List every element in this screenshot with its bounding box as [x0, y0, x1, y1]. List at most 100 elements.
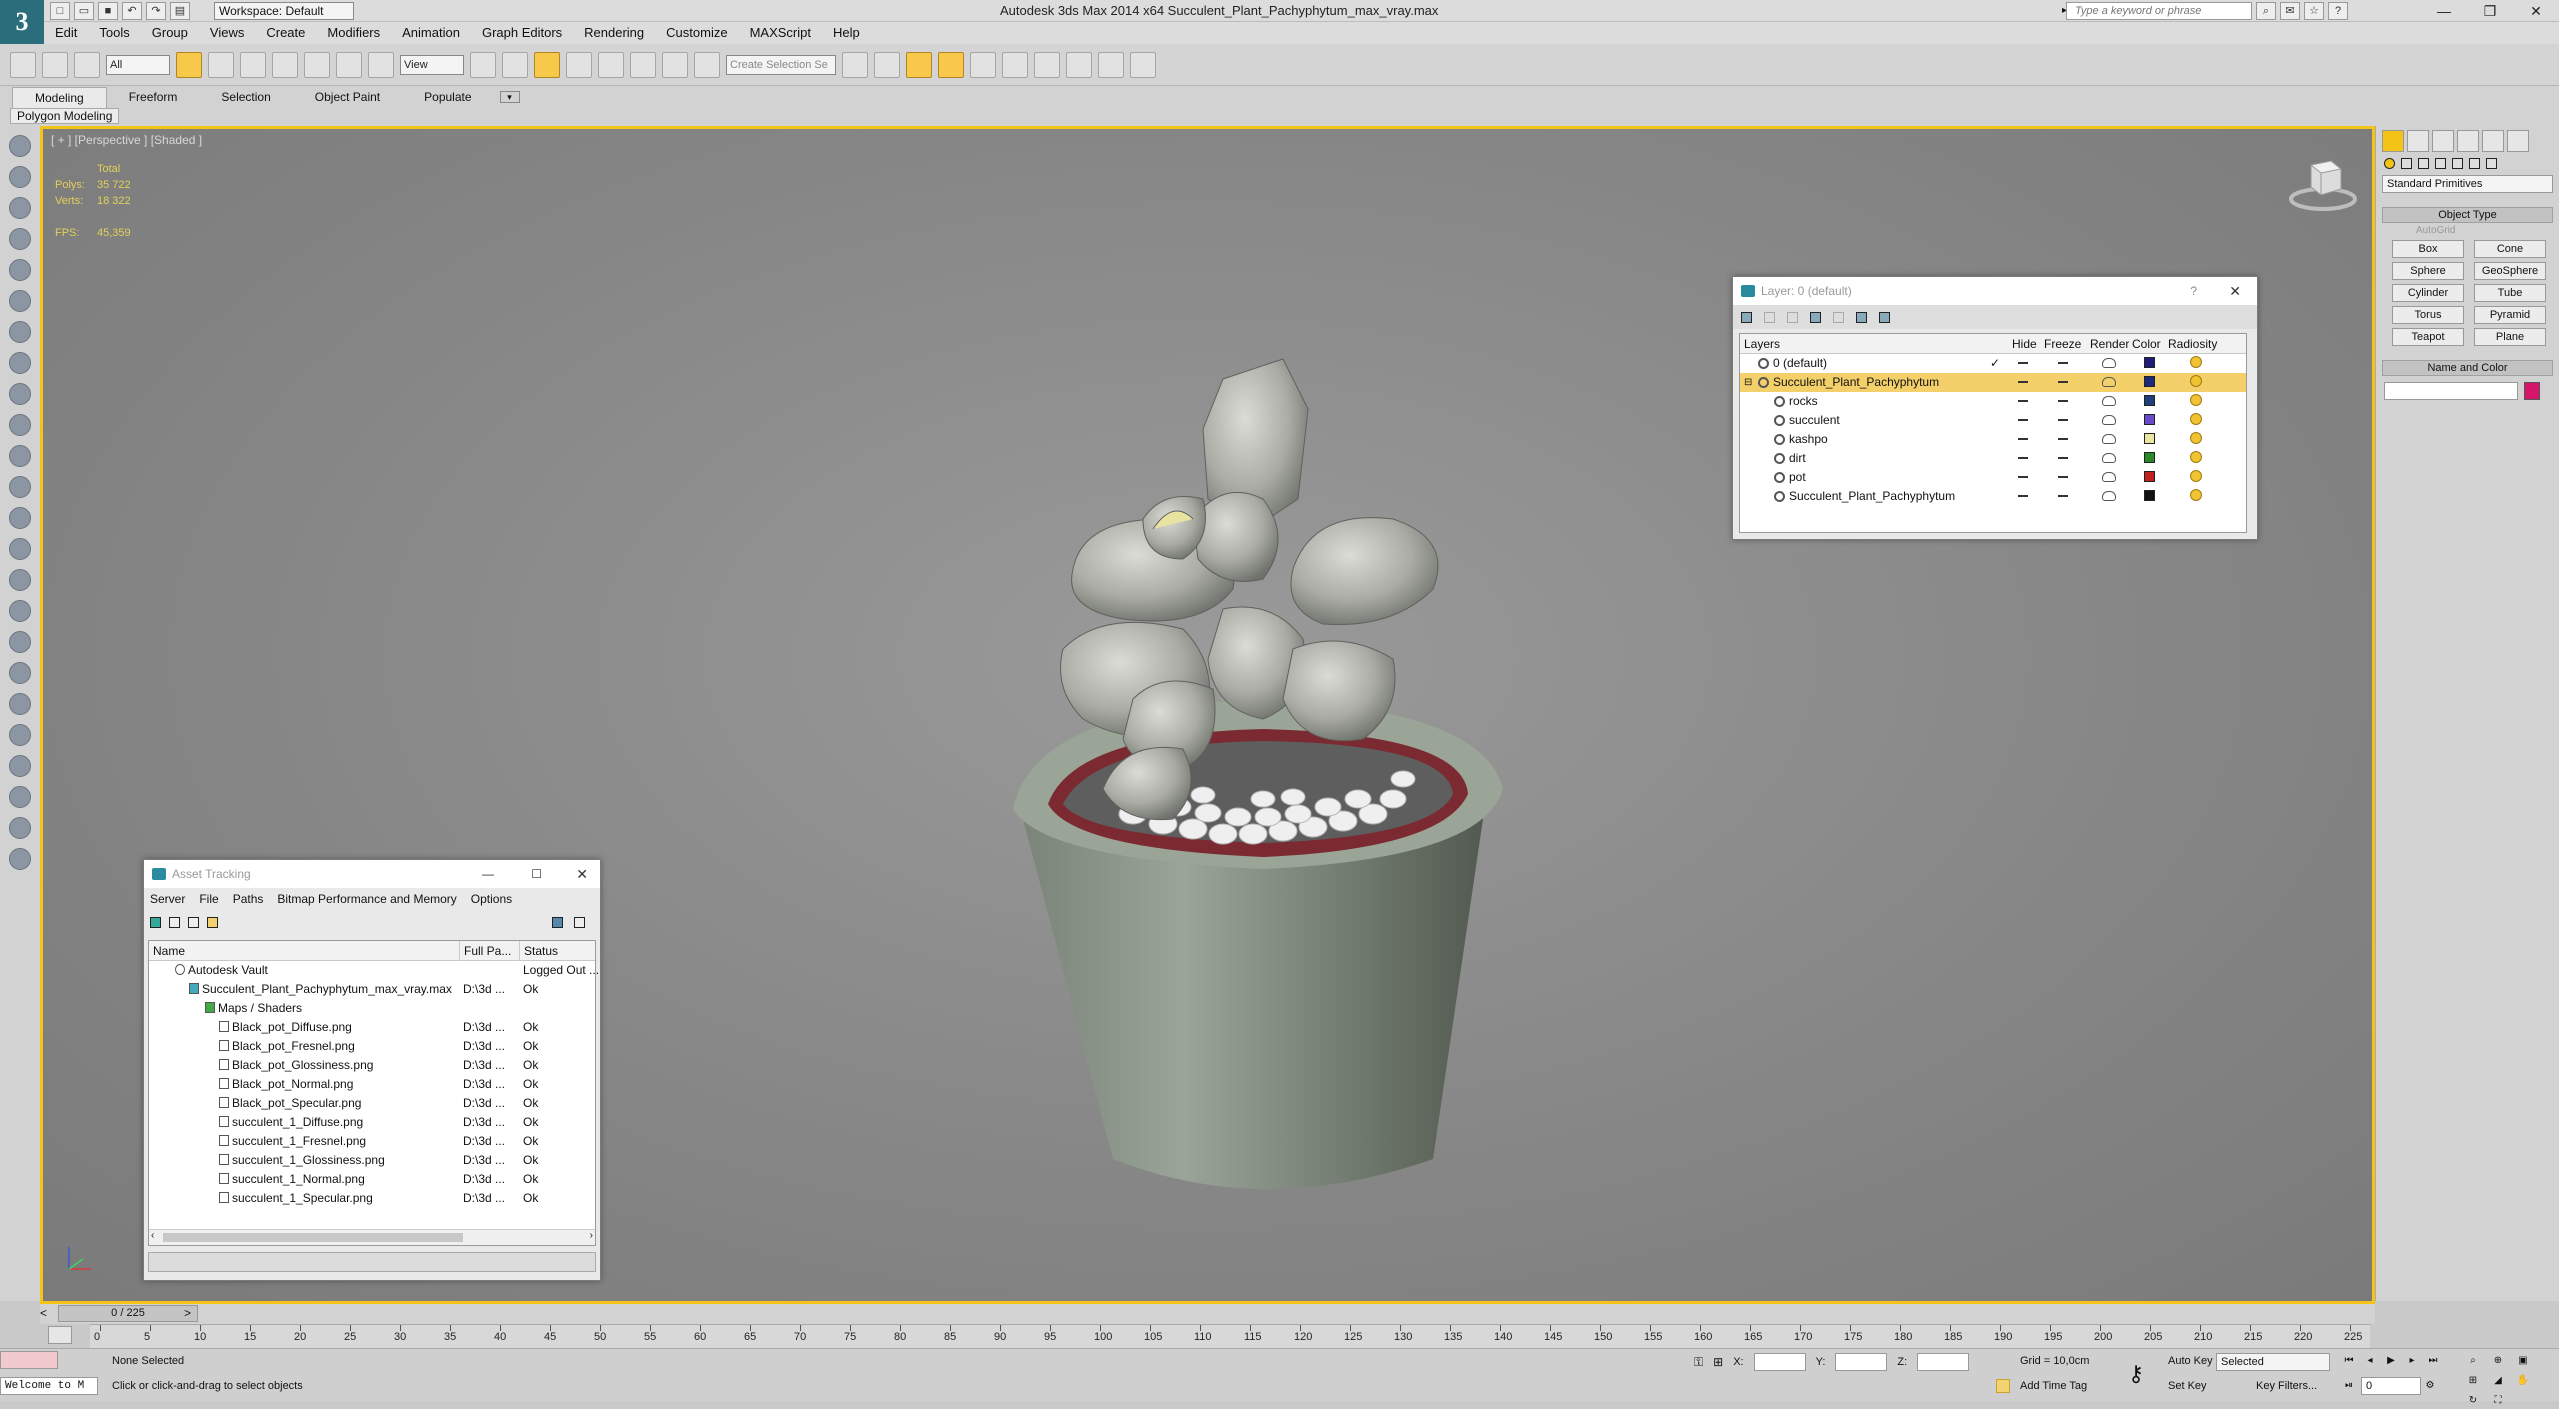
redo-icon[interactable]: ↷: [146, 2, 166, 20]
project-folder-icon[interactable]: ▤: [170, 2, 190, 20]
binoculars-icon[interactable]: ⌕: [2256, 2, 2276, 20]
pyramid-button[interactable]: Pyramid: [2474, 306, 2546, 324]
edit-named-selection-icon[interactable]: [694, 51, 720, 78]
current-frame-input[interactable]: 0: [2361, 1377, 2421, 1395]
object-name-input[interactable]: [2384, 382, 2518, 400]
collapse-icon[interactable]: ⊟: [1744, 373, 1752, 392]
freeze-toggle[interactable]: [2058, 476, 2068, 478]
sun-tool-icon[interactable]: [9, 507, 31, 529]
cone-tool-icon[interactable]: [9, 476, 31, 498]
layer-row[interactable]: dirt: [1740, 449, 2246, 468]
select-object-tool-icon[interactable]: [9, 135, 31, 157]
tube-button[interactable]: Tube: [2474, 284, 2546, 302]
angle-snap-icon[interactable]: [598, 51, 624, 78]
slider-next-icon[interactable]: >: [184, 1306, 191, 1320]
teapot-button[interactable]: Teapot: [2392, 328, 2464, 346]
asset-row[interactable]: succulent_1_Diffuse.png D:\3d ... Ok: [149, 1113, 595, 1132]
geosphere-button[interactable]: GeoSphere: [2474, 262, 2546, 280]
menu-group[interactable]: Group: [141, 22, 199, 44]
cameras-icon[interactable]: [2435, 158, 2446, 169]
layer-row[interactable]: kashpo: [1740, 430, 2246, 449]
time-slider[interactable]: < 0 / 225 >: [40, 1304, 2375, 1324]
asset-row[interactable]: Black_pot_Diffuse.png D:\3d ... Ok: [149, 1018, 595, 1037]
undo-icon[interactable]: ↶: [122, 2, 142, 20]
sphere-tool-icon[interactable]: [9, 445, 31, 467]
refresh-icon[interactable]: [150, 916, 161, 928]
material-editor-icon[interactable]: [1034, 51, 1060, 78]
save-icon[interactable]: ■: [98, 2, 118, 20]
rectangular-selection-icon[interactable]: [240, 51, 266, 78]
geometry-icon[interactable]: [2384, 158, 2395, 169]
light-tool-icon[interactable]: [9, 321, 31, 343]
percent-snap-icon[interactable]: [630, 51, 656, 78]
schematic-view-icon[interactable]: [1002, 51, 1028, 78]
maximize-viewport-icon[interactable]: ⛶: [2489, 1393, 2507, 1409]
keyboard-shortcut-override-icon[interactable]: [534, 51, 560, 78]
go-to-end-icon[interactable]: ⏭: [2424, 1353, 2442, 1369]
hide-toggle[interactable]: [2018, 419, 2028, 421]
new-file-icon[interactable]: □: [50, 2, 70, 20]
x-coordinate-input[interactable]: [1753, 1353, 1806, 1371]
freeze-toggle[interactable]: [2058, 419, 2068, 421]
modify-tab-icon[interactable]: [2407, 130, 2429, 152]
pivot-center-icon[interactable]: [470, 51, 496, 78]
grid-tool-icon[interactable]: [9, 228, 31, 250]
succulent-plant-model[interactable]: [963, 229, 1563, 1209]
layer-row-selected[interactable]: ⊟ Succulent_Plant_Pachyphytum: [1740, 373, 2246, 392]
hide-toggle[interactable]: [2018, 476, 2028, 478]
hide-toggle[interactable]: [2018, 495, 2028, 497]
keyword-search-input[interactable]: Type a keyword or phrase: [2066, 2, 2252, 20]
zoom-extents-icon[interactable]: ▣: [2514, 1353, 2532, 1369]
hierarchy-tab-icon[interactable]: [2432, 130, 2454, 152]
col-freeze[interactable]: Freeze: [2044, 334, 2081, 354]
perspective-viewport[interactable]: [ + ] [Perspective ] [Shaded ] Total Pol…: [40, 126, 2375, 1304]
col-layers[interactable]: Layers: [1744, 334, 1780, 354]
scrollbar-thumb[interactable]: [163, 1233, 463, 1242]
layer-manager-window[interactable]: Layer: 0 (default) ? ✕ Layers Hide Freez…: [1732, 276, 2258, 540]
asset-menu-bitmap[interactable]: Bitmap Performance and Memory: [277, 892, 456, 906]
asset-row[interactable]: succulent_1_Fresnel.png D:\3d ... Ok: [149, 1132, 595, 1151]
next-frame-icon[interactable]: ▸: [2403, 1353, 2421, 1369]
layer-close-icon[interactable]: ✕: [2229, 277, 2241, 305]
bones-tool-icon[interactable]: [9, 755, 31, 777]
menu-tools[interactable]: Tools: [88, 22, 140, 44]
ribbon-options-icon[interactable]: ▾: [499, 91, 520, 103]
freeze-toggle[interactable]: [2058, 400, 2068, 402]
select-in-layer-icon[interactable]: [1810, 311, 1821, 323]
cone-button[interactable]: Cone: [2474, 240, 2546, 258]
helper-tool-icon[interactable]: [9, 352, 31, 374]
graphite-ribbon-icon[interactable]: [938, 51, 964, 78]
particle-tool-icon[interactable]: [9, 600, 31, 622]
ribbon-tab-object-paint[interactable]: Object Paint: [293, 87, 402, 107]
radiosity-icon[interactable]: [2190, 470, 2202, 482]
maxscript-listener-pink[interactable]: [0, 1351, 58, 1369]
highlight-layer-icon[interactable]: [1833, 311, 1844, 323]
rendered-frame-window-icon[interactable]: [1098, 51, 1124, 78]
menu-maxscript[interactable]: MAXScript: [739, 22, 822, 44]
col-status[interactable]: Status: [519, 941, 558, 961]
lights-icon[interactable]: [2418, 158, 2429, 169]
curve-editor-icon[interactable]: [970, 51, 996, 78]
col-hide[interactable]: Hide: [2012, 334, 2037, 354]
zoom-all-icon[interactable]: ⊕: [2489, 1353, 2507, 1369]
ribbon-tab-selection[interactable]: Selection: [199, 87, 292, 107]
select-object-icon[interactable]: [176, 51, 202, 78]
snaps-toggle-icon[interactable]: [566, 51, 592, 78]
layer-color-swatch[interactable]: [2144, 471, 2155, 482]
time-config-icon[interactable]: ⚙: [2421, 1378, 2439, 1394]
menu-create[interactable]: Create: [255, 22, 316, 44]
layer-row[interactable]: 0 (default) ✓: [1740, 354, 2246, 373]
favorites-star-icon[interactable]: ☆: [2304, 2, 2324, 20]
named-selection-sets-dropdown[interactable]: Create Selection Se: [726, 54, 836, 75]
col-color[interactable]: Color: [2132, 334, 2161, 354]
col-name[interactable]: Name: [153, 941, 185, 961]
cloth-tool-icon[interactable]: [9, 631, 31, 653]
menu-rendering[interactable]: Rendering: [573, 22, 655, 44]
create-layer-icon[interactable]: [1741, 311, 1752, 323]
shapes-icon[interactable]: [2401, 158, 2412, 169]
asset-menu-paths[interactable]: Paths: [233, 892, 264, 906]
scroll-left-icon[interactable]: ‹: [151, 1230, 154, 1241]
select-link-icon[interactable]: [10, 51, 36, 78]
asset-maximize-icon[interactable]: ☐: [531, 860, 542, 888]
layer-color-swatch[interactable]: [2144, 376, 2155, 387]
